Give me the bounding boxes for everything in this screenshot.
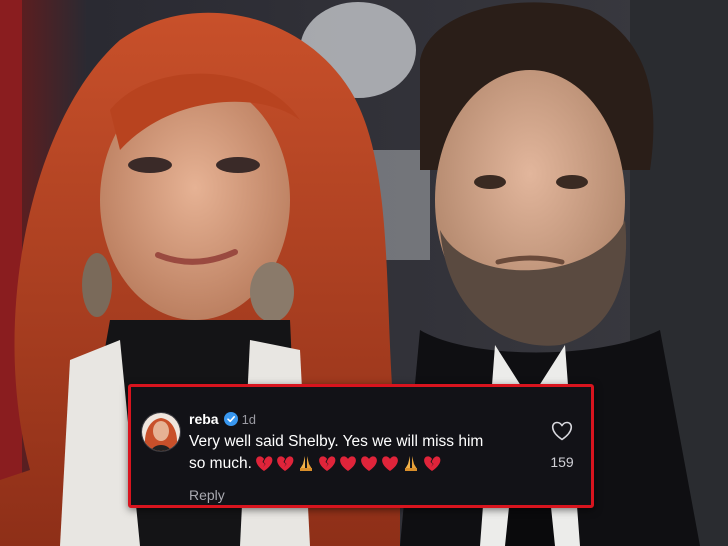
timestamp: 1d [241, 411, 257, 427]
like-count: 159 [550, 454, 574, 470]
folded-hands-icon [402, 455, 420, 472]
username[interactable]: reba [189, 411, 219, 427]
comment-text-prefix: so much. [189, 455, 252, 472]
verified-badge-icon [223, 412, 238, 426]
broken-heart-icon [318, 455, 336, 472]
red-heart-icon [339, 455, 357, 472]
broken-heart-icon [276, 455, 294, 472]
reply-button[interactable]: Reply [189, 487, 225, 503]
red-heart-icon [381, 455, 399, 472]
comment-text-line-2: so much. [189, 453, 519, 474]
heart-outline-icon[interactable] [551, 421, 573, 441]
broken-heart-icon [255, 455, 273, 472]
folded-hands-icon [297, 455, 315, 472]
red-heart-icon [360, 455, 378, 472]
broken-heart-icon [423, 455, 441, 472]
instagram-comment-card: reba 1d Very well said Shelby. Yes we wi… [128, 384, 594, 508]
avatar[interactable] [141, 412, 181, 452]
comment-text: Very well said Shelby. Yes we will miss … [189, 431, 519, 474]
comment-text-line-1: Very well said Shelby. Yes we will miss … [189, 433, 484, 450]
